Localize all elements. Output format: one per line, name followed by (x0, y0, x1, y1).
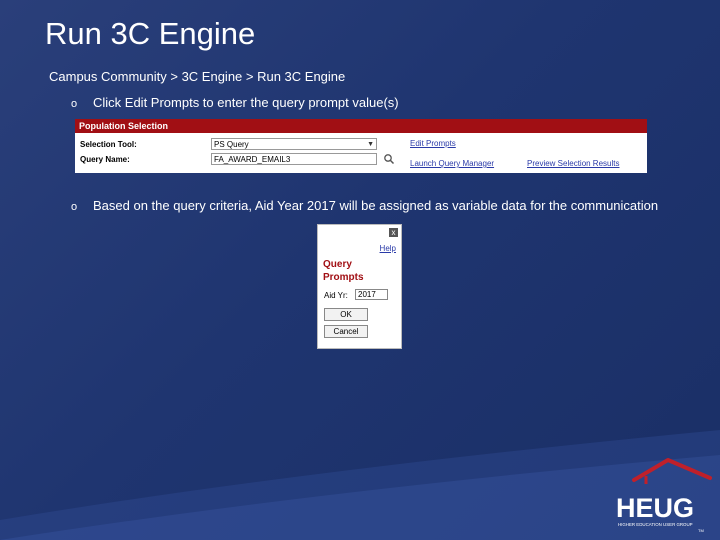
bullet-marker: o (71, 98, 78, 110)
cancel-button[interactable]: Cancel (324, 325, 368, 338)
population-selection-panel: Population Selection Selection Tool: PS … (75, 119, 647, 173)
breadcrumb: Campus Community > 3C Engine > Run 3C En… (49, 69, 346, 84)
ok-button[interactable]: OK (324, 308, 368, 321)
logo-tm: TM (698, 528, 704, 533)
query-name-field[interactable]: FA_AWARD_EMAIL3 (211, 153, 377, 165)
bullet-text: Based on the query criteria, Aid Year 20… (93, 198, 659, 213)
selection-tool-dropdown[interactable]: PS Query ▼ (211, 138, 377, 150)
logo-tagline: HIGHER EDUCATION USER GROUP (618, 522, 693, 527)
preview-selection-results-link[interactable]: Preview Selection Results (527, 159, 619, 168)
logo-text: HEUG (616, 493, 694, 523)
aid-yr-field[interactable]: 2017 (355, 289, 388, 300)
dropdown-arrow-icon: ▼ (367, 141, 374, 148)
dialog-title: Query Prompts (323, 259, 364, 283)
slide-title: Run 3C Engine (45, 16, 256, 51)
bullet-item: o Click Edit Prompts to enter the query p… (71, 95, 399, 110)
launch-query-manager-link[interactable]: Launch Query Manager (410, 159, 494, 168)
query-name-label: Query Name: (80, 155, 130, 164)
close-icon[interactable]: x (389, 228, 398, 237)
heug-logo: HEUG HIGHER EDUCATION USER GROUP TM (616, 458, 712, 533)
bullet-marker: o (71, 201, 78, 213)
panel-header: Population Selection (75, 119, 647, 133)
selection-tool-label: Selection Tool: (80, 140, 137, 149)
lookup-magnifier-icon[interactable] (383, 153, 395, 165)
query-prompts-dialog: x Help Query Prompts Aid Yr: 2017 OK Can… (317, 224, 402, 349)
aid-yr-label: Aid Yr: (324, 291, 348, 300)
selection-tool-value: PS Query (214, 140, 249, 149)
edit-prompts-link[interactable]: Edit Prompts (410, 139, 456, 148)
bullet-item: o Based on the query criteria, Aid Year 2… (71, 198, 658, 213)
bullet-text: Click Edit Prompts to enter the query pr… (93, 95, 399, 110)
help-link[interactable]: Help (380, 244, 396, 253)
